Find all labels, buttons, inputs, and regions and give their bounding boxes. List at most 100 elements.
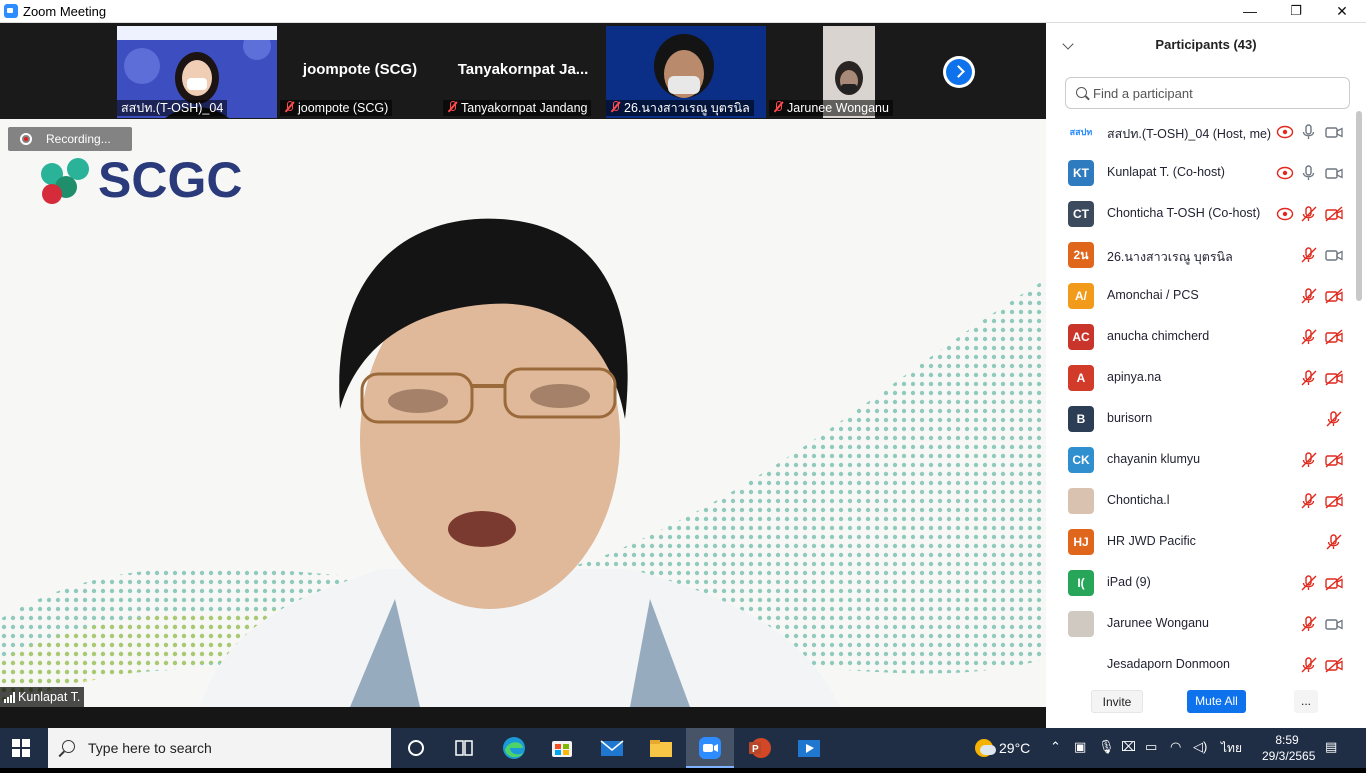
video-tile[interactable]: 26.นางสาวเรณู บุตรนิล	[606, 26, 766, 118]
participant-row[interactable]: Bburisorn	[1046, 398, 1356, 439]
recording-icon	[1276, 124, 1294, 140]
mic-muted-icon[interactable]	[1300, 575, 1318, 591]
chevron-up-icon[interactable]: ⌃	[1050, 739, 1061, 755]
battery-icon[interactable]: ▭	[1145, 739, 1157, 755]
wifi-icon[interactable]: ◠	[1170, 739, 1181, 755]
video-off-icon[interactable]	[1325, 493, 1343, 509]
taskbar-search-box[interactable]: Type here to search	[48, 728, 391, 768]
system-clock[interactable]: 8:59 29/3/2565	[1262, 732, 1315, 764]
video-off-icon[interactable]	[1325, 575, 1343, 591]
zoom-app-icon	[4, 4, 18, 18]
language-indicator[interactable]: ไทย	[1221, 739, 1242, 758]
video-off-icon[interactable]	[1325, 657, 1343, 673]
invite-button[interactable]: Invite	[1091, 690, 1143, 713]
participant-row[interactable]: CK chayanin klumyu	[1046, 439, 1356, 480]
video-icon[interactable]	[1325, 124, 1343, 140]
mic-icon[interactable]	[1300, 124, 1318, 140]
meeting-controls-bar	[0, 707, 1046, 728]
video-off-icon[interactable]	[1325, 329, 1343, 345]
video-off-icon[interactable]	[1325, 452, 1343, 468]
cortana-icon[interactable]	[392, 728, 440, 768]
mail-icon[interactable]	[588, 728, 636, 768]
mic-icon[interactable]	[1300, 165, 1318, 181]
participant-row[interactable]: 2น 26.นางสาวเรณู บุตรนิล	[1046, 234, 1356, 275]
tile-name: 26.นางสาวเรณู บุตรนิล	[624, 101, 750, 115]
participant-row[interactable]: Jesadaporn Donmoon	[1046, 644, 1356, 673]
video-icon[interactable]	[1325, 165, 1343, 181]
participant-row[interactable]: Chonticha.l	[1046, 480, 1356, 521]
find-participant-field[interactable]	[1065, 77, 1350, 109]
participant-avatar: I(	[1068, 570, 1094, 596]
task-view-icon[interactable]	[440, 728, 488, 768]
video-icon[interactable]	[1325, 247, 1343, 263]
file-explorer-icon[interactable]	[637, 728, 685, 768]
video-off-icon[interactable]	[1325, 370, 1343, 386]
recording-indicator[interactable]: Recording...	[8, 127, 132, 151]
meet-now-icon[interactable]: ▣	[1074, 739, 1086, 755]
mute-all-button[interactable]: Mute All	[1187, 690, 1246, 713]
participant-row[interactable]: สสปท สสปท.(T-OSH)_04 (Host, me)	[1046, 111, 1356, 152]
participant-list-scrollbar[interactable]	[1356, 111, 1362, 301]
weather-widget[interactable]: 29°C	[975, 739, 1030, 757]
video-tile[interactable]: joompote (SCG) joompote (SCG)	[280, 26, 440, 118]
ime-icon[interactable]: ⌧	[1121, 739, 1136, 755]
participant-row[interactable]: Aapinya.na	[1046, 357, 1356, 398]
participant-row[interactable]: CT Chonticha T-OSH (Co-host)	[1046, 193, 1356, 234]
restore-button[interactable]: ❐	[1273, 0, 1319, 23]
mic-muted-icon[interactable]	[1300, 288, 1318, 304]
video-app-icon[interactable]	[785, 728, 833, 768]
mic-muted-icon[interactable]	[1300, 329, 1318, 345]
mic-muted-icon[interactable]	[1300, 616, 1318, 632]
microsoft-store-icon[interactable]	[538, 728, 586, 768]
windows-start-icon[interactable]	[12, 739, 30, 757]
mic-muted-icon[interactable]	[1325, 534, 1343, 550]
participants-panel: Participants (43) สสปท สสปท.(T-OSH)_04 (H…	[1046, 23, 1366, 728]
participant-row[interactable]: KT Kunlapat T. (Co-host)	[1046, 152, 1356, 193]
mic-muted-icon[interactable]	[1300, 247, 1318, 263]
participant-name: burisorn	[1107, 411, 1153, 425]
main-speaker-video[interactable]: SCGC Recording... Kunlapat T.	[0, 119, 1046, 707]
svg-text:P: P	[752, 744, 759, 755]
participant-name: Amonchai / PCS	[1107, 288, 1199, 302]
volume-icon[interactable]: ◁)	[1193, 739, 1207, 755]
mic-muted-icon[interactable]	[1300, 493, 1318, 509]
close-button[interactable]: ✕	[1319, 0, 1365, 23]
tile-name: Jarunee Wonganu	[787, 101, 889, 115]
video-off-icon[interactable]	[1325, 206, 1343, 222]
speaker-video-frame: SCGC	[0, 119, 1046, 707]
video-tile[interactable]: Tanyakornpat Ja... Tanyakornpat Jandang	[443, 26, 603, 118]
participant-row[interactable]: Jarunee Wonganu	[1046, 603, 1356, 644]
search-icon	[1076, 87, 1087, 98]
powerpoint-icon[interactable]: P	[736, 728, 784, 768]
mic-muted-icon[interactable]	[1300, 206, 1318, 222]
participant-row[interactable]: HJ HR JWD Pacific	[1046, 521, 1356, 562]
participant-row[interactable]: A/Amonchai / PCS	[1046, 275, 1356, 316]
weather-icon	[975, 739, 996, 757]
zoom-taskbar-icon[interactable]	[686, 728, 734, 768]
participant-name: Chonticha T-OSH (Co-host)	[1107, 206, 1261, 220]
search-icon	[62, 740, 75, 753]
video-tile[interactable]: สสปท.(T-OSH)_04	[117, 26, 277, 118]
participant-avatar: A	[1068, 365, 1094, 391]
mic-muted-icon[interactable]	[1325, 411, 1343, 427]
participant-row[interactable]: I(iPad (9)	[1046, 562, 1356, 603]
notification-icon[interactable]: ▤	[1325, 739, 1337, 755]
participant-name: chayanin klumyu	[1107, 452, 1201, 466]
gallery-strip: สสปท.(T-OSH)_04 joompote (SCG) joompote …	[0, 23, 1046, 119]
participant-row[interactable]: AC anucha chimcherd	[1046, 316, 1356, 357]
participant-avatar: 2น	[1068, 242, 1094, 268]
next-page-arrow-icon[interactable]	[943, 56, 975, 88]
mic-muted-icon[interactable]	[1300, 452, 1318, 468]
find-participant-input[interactable]	[1093, 83, 1343, 103]
windows-taskbar: Type here to search P 29°C ⌃ ▣ 🎙 ⌧ ▭ ◠ ◁…	[0, 728, 1366, 768]
mic-muted-icon[interactable]	[1300, 370, 1318, 386]
minimize-button[interactable]: —	[1227, 0, 1273, 23]
video-icon[interactable]	[1325, 616, 1343, 632]
tile-center-name: Tanyakornpat Ja...	[457, 61, 589, 78]
video-off-icon[interactable]	[1325, 288, 1343, 304]
microphone-icon[interactable]: 🎙	[1098, 739, 1115, 755]
edge-icon[interactable]	[490, 728, 538, 768]
more-options-button[interactable]: ...	[1294, 690, 1318, 713]
video-tile[interactable]: Jarunee Wonganu	[769, 26, 929, 118]
mic-muted-icon[interactable]	[1300, 657, 1318, 673]
